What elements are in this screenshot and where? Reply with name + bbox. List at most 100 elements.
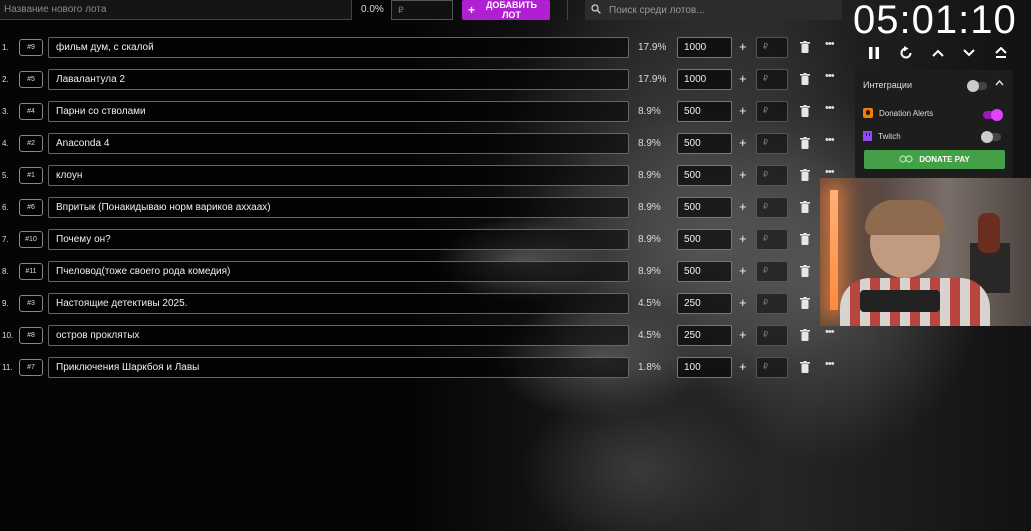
lot-amount-input[interactable]: 500 [677, 101, 732, 122]
lot-title-input[interactable]: остров проклятых [48, 325, 629, 346]
lot-id-badge[interactable]: #2 [19, 135, 43, 152]
timer-controls [865, 44, 1010, 62]
add-amount-plus-icon[interactable]: + [739, 71, 747, 86]
lot-amount-input[interactable]: 500 [677, 197, 732, 218]
add-amount-plus-icon[interactable]: + [739, 295, 747, 310]
trash-icon[interactable] [800, 233, 810, 245]
lot-amount-input[interactable]: 500 [677, 165, 732, 186]
lot-add-amount-input[interactable]: ₽ [756, 133, 788, 154]
donate-pay-button[interactable]: DONATE PAY [864, 150, 1005, 169]
lot-id-badge[interactable]: #9 [19, 39, 43, 56]
eject-up-icon[interactable] [992, 44, 1010, 62]
search-input[interactable] [607, 3, 836, 17]
lot-amount-input[interactable]: 100 [677, 357, 732, 378]
lot-index: 8. [2, 267, 9, 276]
add-amount-plus-icon[interactable]: + [739, 39, 747, 54]
add-amount-plus-icon[interactable]: + [739, 231, 747, 246]
lot-add-amount-input[interactable]: ₽ [756, 229, 788, 250]
chevron-down-icon[interactable] [960, 44, 978, 62]
lot-id-badge[interactable]: #1 [19, 167, 43, 184]
add-amount-plus-icon[interactable]: + [739, 327, 747, 342]
lot-title-input[interactable]: Пчеловод(тоже своего рода комедия) [48, 261, 629, 282]
trash-icon[interactable] [800, 297, 810, 309]
lot-row: 7. #10 Почему он? 8.9% 500 + ₽ ••• [0, 229, 840, 251]
lot-id-badge[interactable]: #7 [19, 359, 43, 376]
add-amount-plus-icon[interactable]: + [739, 103, 747, 118]
lot-amount-input[interactable]: 250 [677, 325, 732, 346]
integrations-toggle[interactable] [967, 80, 987, 92]
twitch-toggle[interactable] [981, 131, 1001, 143]
trash-icon[interactable] [800, 41, 810, 53]
add-lot-button[interactable]: + ДОБАВИТЬ ЛОТ [462, 0, 550, 20]
add-amount-plus-icon[interactable]: + [739, 167, 747, 182]
lot-amount-input[interactable]: 250 [677, 293, 732, 314]
pause-icon[interactable] [865, 44, 883, 62]
more-options-icon[interactable]: ••• [825, 70, 835, 82]
lot-percent: 8.9% [638, 234, 661, 245]
lot-title-input[interactable]: Лавалантула 2 [48, 69, 629, 90]
lot-add-amount-input[interactable]: ₽ [756, 37, 788, 58]
lot-id-badge[interactable]: #3 [19, 295, 43, 312]
lot-id-badge[interactable]: #10 [19, 231, 43, 248]
new-lot-percent: 0.0% [361, 4, 384, 15]
trash-icon[interactable] [800, 329, 810, 341]
search-box[interactable] [585, 0, 842, 20]
more-options-icon[interactable]: ••• [825, 38, 835, 50]
more-options-icon[interactable]: ••• [825, 102, 835, 114]
lot-amount-input[interactable]: 500 [677, 229, 732, 250]
lot-amount-input[interactable]: 500 [677, 261, 732, 282]
chevron-up-icon[interactable] [995, 78, 1004, 89]
trash-icon[interactable] [800, 201, 810, 213]
lot-title-input[interactable]: Парни со стволами [48, 101, 629, 122]
lot-title-input[interactable]: фильм дум, с скалой [48, 37, 629, 58]
lot-add-amount-input[interactable]: ₽ [756, 325, 788, 346]
lot-title-input[interactable]: Почему он? [48, 229, 629, 250]
lot-add-amount-input[interactable]: ₽ [756, 357, 788, 378]
add-amount-plus-icon[interactable]: + [739, 199, 747, 214]
more-options-icon[interactable]: ••• [825, 326, 835, 338]
lot-row: 6. #6 Впритык (Понакидываю норм вариков … [0, 197, 840, 219]
divider [567, 0, 568, 20]
lot-title-input[interactable]: Настоящие детективы 2025. [48, 293, 629, 314]
lot-title-input[interactable]: Приключения Шаркбоя и Лавы [48, 357, 629, 378]
lot-percent: 8.9% [638, 266, 661, 277]
add-amount-plus-icon[interactable]: + [739, 263, 747, 278]
lot-id-badge[interactable]: #4 [19, 103, 43, 120]
lot-add-amount-input[interactable]: ₽ [756, 197, 788, 218]
lot-title-input[interactable]: Впритык (Понакидываю норм вариков аххаах… [48, 197, 629, 218]
add-lot-label: ДОБАВИТЬ ЛОТ [486, 0, 537, 20]
lot-id-badge[interactable]: #11 [19, 263, 43, 280]
trash-icon[interactable] [800, 169, 810, 181]
lot-id-badge[interactable]: #6 [19, 199, 43, 216]
add-amount-plus-icon[interactable]: + [739, 135, 747, 150]
reset-icon[interactable] [897, 44, 915, 62]
lot-add-amount-input[interactable]: ₽ [756, 165, 788, 186]
trash-icon[interactable] [800, 265, 810, 277]
lot-index: 2. [2, 75, 9, 84]
lot-add-amount-input[interactable]: ₽ [756, 261, 788, 282]
chevron-up-icon[interactable] [929, 44, 947, 62]
trash-icon[interactable] [800, 73, 810, 85]
trash-icon[interactable] [800, 137, 810, 149]
trash-icon[interactable] [800, 105, 810, 117]
lot-add-amount-input[interactable]: ₽ [756, 293, 788, 314]
new-lot-name-input[interactable] [0, 0, 352, 20]
webcam-overlay [820, 178, 1031, 326]
lot-title-input[interactable]: клоун [48, 165, 629, 186]
trash-icon[interactable] [800, 361, 810, 373]
donation-alerts-toggle[interactable] [983, 109, 1003, 121]
new-lot-amount-input[interactable]: ₽ [391, 0, 453, 20]
lot-amount-input[interactable]: 1000 [677, 37, 732, 58]
timer-display: 05:01:10 [853, 0, 1017, 42]
add-amount-plus-icon[interactable]: + [739, 359, 747, 374]
lot-title-input[interactable]: Anaconda 4 [48, 133, 629, 154]
more-options-icon[interactable]: ••• [825, 166, 835, 178]
lot-add-amount-input[interactable]: ₽ [756, 101, 788, 122]
lot-id-badge[interactable]: #5 [19, 71, 43, 88]
more-options-icon[interactable]: ••• [825, 134, 835, 146]
lot-id-badge[interactable]: #8 [19, 327, 43, 344]
lot-amount-input[interactable]: 500 [677, 133, 732, 154]
more-options-icon[interactable]: ••• [825, 358, 835, 370]
lot-amount-input[interactable]: 1000 [677, 69, 732, 90]
lot-add-amount-input[interactable]: ₽ [756, 69, 788, 90]
